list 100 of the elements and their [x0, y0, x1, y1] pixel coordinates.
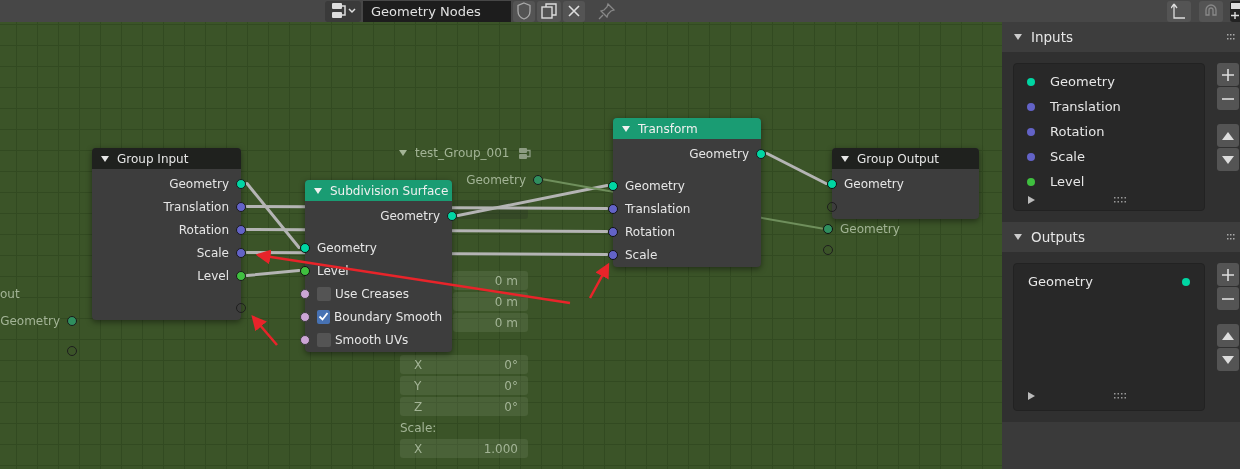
node-link[interactable]: [245, 251, 307, 255]
collapse-icon[interactable]: [841, 155, 849, 162]
add-icon[interactable]: [1217, 263, 1239, 286]
node-title: Group Output: [857, 151, 940, 166]
node-link[interactable]: [760, 216, 823, 230]
node-title: Subdivision Surface: [330, 183, 449, 198]
socket[interactable]: [533, 174, 543, 185]
node-link[interactable]: [245, 205, 307, 209]
expand-icon[interactable]: [1027, 196, 1035, 204]
list-item-label: Level: [1050, 174, 1085, 189]
socket[interactable]: [236, 270, 246, 281]
collapse-icon[interactable]: [1014, 34, 1022, 40]
checkbox[interactable]: [317, 309, 331, 324]
socket[interactable]: [300, 265, 310, 276]
list-item[interactable]: Translation: [1014, 94, 1204, 119]
node-link[interactable]: [543, 178, 614, 193]
socket-label: Translation: [625, 201, 691, 216]
socket-label: Geometry: [169, 176, 229, 191]
list-item[interactable]: Geometry: [1014, 269, 1204, 294]
parent-node-tree-icon[interactable]: [1167, 0, 1191, 22]
field-axis-label: X: [414, 357, 423, 372]
socket-label: Rotation: [178, 222, 229, 237]
collapse-icon[interactable]: [1014, 234, 1022, 240]
node-link[interactable]: [245, 182, 301, 249]
node-tree-selector[interactable]: [325, 0, 361, 22]
socket[interactable]: [447, 210, 457, 221]
list-item[interactable]: Geometry: [1014, 69, 1204, 94]
field-value: 0°: [504, 399, 518, 414]
field-axis-label: Z: [414, 399, 423, 414]
socket[interactable]: [300, 311, 310, 322]
socket[interactable]: [300, 334, 310, 345]
list-item-label: Rotation: [1050, 124, 1105, 139]
node-group-icon[interactable]: [518, 145, 532, 160]
drag-handle-icon[interactable]: [1227, 34, 1236, 40]
field-value: 1.000: [483, 441, 518, 456]
node-link[interactable]: [450, 229, 609, 233]
socket-label: Level: [317, 263, 349, 278]
node-header[interactable]: Group Output: [832, 148, 979, 169]
collapse-icon[interactable]: [101, 155, 109, 162]
node-editor-canvas[interactable]: [0, 22, 1002, 469]
node-link[interactable]: [450, 206, 609, 210]
node-link[interactable]: [765, 152, 828, 185]
panel-title: Outputs: [1031, 229, 1085, 245]
socket-label: Geometry: [689, 146, 749, 161]
node-tree-name-field[interactable]: Geometry Nodes: [363, 0, 511, 22]
panel-header[interactable]: Outputs: [1002, 222, 1240, 252]
panel-title: Inputs: [1031, 29, 1073, 45]
move-down-icon[interactable]: [1217, 148, 1239, 171]
remove-icon[interactable]: [1217, 87, 1239, 110]
socket-label: Geometry: [840, 221, 900, 236]
node-link[interactable]: [245, 269, 301, 277]
list-item[interactable]: Rotation: [1014, 119, 1204, 144]
socket[interactable]: [823, 223, 833, 234]
node-header[interactable]: Group Input: [92, 148, 241, 169]
socket[interactable]: [608, 180, 618, 191]
socket[interactable]: [236, 178, 246, 189]
move-up-icon[interactable]: [1217, 324, 1239, 347]
list-item[interactable]: Scale: [1014, 144, 1204, 169]
socket[interactable]: [300, 288, 310, 299]
checkbox-label: Boundary Smooth: [334, 309, 442, 324]
dropdown-field[interactable]: [453, 200, 528, 219]
expand-icon[interactable]: [1027, 392, 1035, 400]
socket-label: Level: [197, 268, 229, 283]
add-icon[interactable]: [1230, 0, 1240, 22]
field-value: 0 m: [494, 273, 518, 288]
close-icon[interactable]: [563, 0, 585, 22]
socket[interactable]: [300, 242, 310, 253]
field-value: 0°: [504, 357, 518, 372]
resize-handle-icon[interactable]: [1114, 393, 1126, 399]
add-icon[interactable]: [1217, 63, 1239, 86]
list-item[interactable]: Level: [1014, 169, 1204, 194]
duplicate-icon[interactable]: [537, 0, 561, 22]
socket[interactable]: [67, 315, 77, 326]
socket[interactable]: [756, 148, 766, 159]
socket-label: Geometry: [625, 178, 685, 193]
snap-icon[interactable]: [1199, 0, 1223, 22]
field-value: 0 m: [494, 294, 518, 309]
annotation-arrow: [588, 262, 610, 299]
list-item-label: Scale: [1050, 149, 1085, 164]
field-axis-label: X: [414, 441, 423, 456]
resize-handle-icon[interactable]: [1114, 197, 1126, 203]
node-title: test_Group_001: [415, 145, 510, 160]
field-value: 0°: [504, 378, 518, 393]
field-axis-label: Y: [414, 378, 422, 393]
move-down-icon[interactable]: [1217, 348, 1239, 371]
panel-header[interactable]: Inputs: [1002, 22, 1240, 52]
move-up-icon[interactable]: [1217, 124, 1239, 147]
node-link[interactable]: [450, 252, 609, 256]
remove-icon[interactable]: [1217, 287, 1239, 310]
node-title: Group Input: [117, 151, 189, 166]
list-item-label: Geometry: [1028, 274, 1093, 289]
node-link[interactable]: [245, 228, 307, 232]
socket[interactable]: [827, 178, 837, 189]
drag-handle-icon[interactable]: [1227, 234, 1236, 240]
socket-label: Scale: [196, 245, 229, 260]
socket-label: Geometry: [466, 172, 526, 187]
field-label: Scale:: [400, 420, 437, 435]
node-title: Transform: [638, 121, 698, 136]
socket-label: Rotation: [625, 224, 676, 239]
fake-user-shield-icon[interactable]: [513, 0, 535, 22]
